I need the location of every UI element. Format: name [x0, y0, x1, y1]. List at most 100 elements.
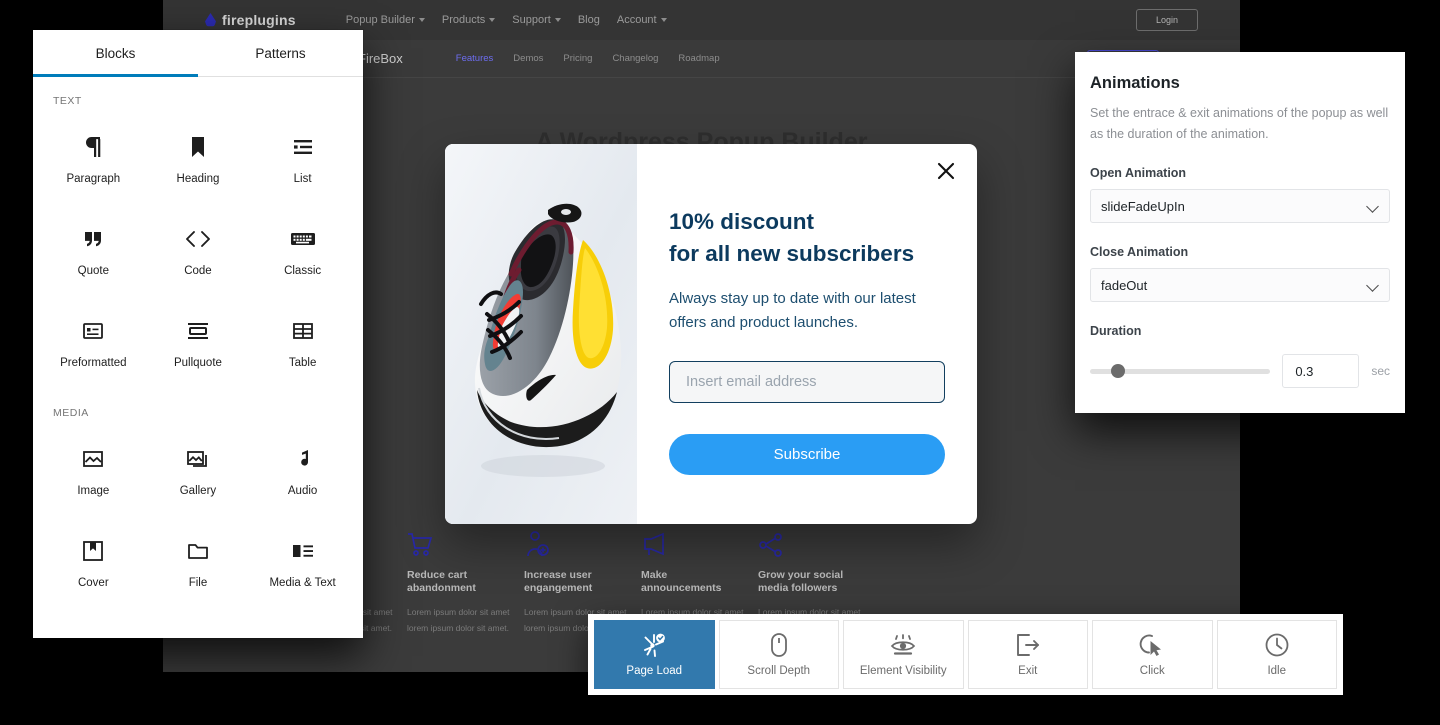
folder-icon	[187, 536, 209, 566]
email-input[interactable]: Insert email address	[669, 360, 945, 403]
close-icon[interactable]	[933, 158, 959, 184]
panel-description: Set the entrace & exit animations of the…	[1090, 106, 1389, 141]
close-animation-select[interactable]: fadeOut	[1090, 268, 1390, 303]
subscribe-button[interactable]: Subscribe	[669, 433, 945, 475]
share-icon	[758, 525, 863, 557]
block-file[interactable]: File	[146, 517, 251, 609]
block-inserter-panel: Blocks Patterns TEXT Paragraph Heading L…	[33, 30, 363, 638]
trigger-click[interactable]: Click	[1092, 620, 1213, 689]
site-brand-label: fireplugins	[222, 12, 296, 28]
popup-headline: 10% discount for all new subscribers	[669, 206, 945, 270]
popup-body-text: Always stay up to date with our latest o…	[669, 289, 916, 331]
login-button[interactable]: Login	[1136, 9, 1198, 31]
block-label: Image	[77, 484, 110, 497]
block-audio[interactable]: Audio	[250, 425, 355, 517]
block-code[interactable]: Code	[146, 205, 251, 297]
block-list[interactable]: List	[250, 113, 355, 205]
tab-patterns[interactable]: Patterns	[198, 30, 363, 77]
media-blocks-grid: Image Gallery Audio Cover File Media & T…	[33, 419, 363, 609]
duration-label: Duration	[1090, 324, 1142, 339]
user-plus-icon	[524, 525, 629, 557]
block-label: Media & Text	[269, 576, 336, 589]
code-icon	[185, 224, 211, 254]
block-pullquote[interactable]: Pullquote	[146, 297, 251, 389]
site-secondary-nav: Features Demos Pricing Changelog Roadmap	[456, 53, 720, 64]
block-image[interactable]: Image	[41, 425, 146, 517]
trigger-label: Page Load	[626, 665, 683, 677]
block-label: Pullquote	[173, 356, 222, 369]
subnav-roadmap[interactable]: Roadmap	[678, 53, 719, 64]
block-gallery[interactable]: Gallery	[146, 425, 251, 517]
subnav-features[interactable]: Features	[456, 53, 494, 64]
media-text-icon	[291, 536, 315, 566]
clock-icon	[1264, 632, 1290, 658]
close-animation-value: fadeOut	[1101, 277, 1148, 293]
chevron-down-icon	[1366, 200, 1379, 214]
trigger-label: Exit	[1018, 665, 1038, 677]
chevron-down-icon	[554, 18, 561, 22]
site-nav-blog[interactable]: Blog	[578, 14, 600, 26]
subnav-changelog[interactable]: Changelog	[612, 53, 658, 64]
subnav-pricing[interactable]: Pricing	[563, 53, 592, 64]
site-nav-support[interactable]: Support	[512, 14, 561, 26]
tab-blocks[interactable]: Blocks	[33, 30, 198, 77]
block-classic[interactable]: Classic	[250, 205, 355, 297]
open-animation-label: Open Animation	[1090, 166, 1187, 181]
block-label: Preformatted	[60, 356, 127, 369]
cover-icon	[82, 536, 104, 566]
block-label: List	[293, 172, 312, 185]
site-nav-popup-builder[interactable]: Popup Builder	[346, 14, 425, 26]
text-blocks-grid: Paragraph Heading List Quote Code Classi…	[33, 107, 363, 389]
click-cursor-icon	[1139, 632, 1165, 658]
block-label: Table	[288, 356, 317, 369]
mouse-icon	[770, 632, 788, 658]
popup-headline-line1: 10% discount	[669, 209, 815, 234]
chevron-down-icon	[418, 18, 425, 22]
block-table[interactable]: Table	[250, 297, 355, 389]
trigger-scroll-depth[interactable]: Scroll Depth	[718, 620, 839, 689]
triggers-bar: Page Load Scroll Depth Element Visibilit…	[588, 614, 1343, 695]
block-media-text[interactable]: Media & Text	[250, 517, 355, 609]
subnav-demos[interactable]: Demos	[513, 53, 543, 64]
block-cover[interactable]: Cover	[41, 517, 146, 609]
block-quote[interactable]: Quote	[41, 205, 146, 297]
flame-drop-icon	[205, 13, 216, 27]
pullquote-icon	[186, 316, 210, 346]
feature-title: Reduce cart abandonment	[407, 569, 476, 595]
block-heading[interactable]: Heading	[146, 113, 251, 205]
block-label: Quote	[77, 264, 109, 277]
block-preformatted[interactable]: Preformatted	[41, 297, 146, 389]
trigger-idle[interactable]: Idle	[1216, 620, 1337, 689]
open-animation-value: slideFadeUpIn	[1101, 198, 1185, 214]
block-label: Paragraph	[66, 172, 121, 185]
trigger-element-visibility[interactable]: Element Visibility	[843, 620, 964, 689]
image-icon	[82, 444, 104, 474]
block-label: Classic	[284, 264, 322, 277]
trigger-exit[interactable]: Exit	[967, 620, 1088, 689]
open-animation-select[interactable]: slideFadeUpIn	[1090, 189, 1390, 224]
section-heading-media: MEDIA	[53, 407, 89, 419]
popup-content: 10% discount for all new subscribers Alw…	[637, 144, 977, 524]
trigger-label: Element Visibility	[859, 665, 947, 677]
gallery-icon	[186, 444, 210, 474]
keyboard-icon	[290, 224, 316, 254]
duration-slider[interactable]	[1090, 362, 1271, 380]
slider-thumb[interactable]	[1111, 364, 1125, 379]
megaphone-icon	[641, 525, 746, 557]
block-label: Audio	[287, 484, 318, 497]
close-animation-label: Close Animation	[1090, 245, 1189, 260]
duration-input[interactable]: 0.3	[1282, 354, 1360, 389]
block-label: File	[188, 576, 208, 589]
site-nav-products[interactable]: Products	[442, 14, 496, 26]
trigger-page-load[interactable]: Page Load	[594, 620, 715, 689]
music-note-icon	[294, 444, 312, 474]
block-paragraph[interactable]: Paragraph	[41, 113, 146, 205]
chevron-down-icon	[660, 18, 667, 22]
duration-unit-label: sec	[1371, 364, 1390, 379]
list-icon	[291, 132, 315, 162]
exit-icon	[1015, 632, 1041, 658]
animations-panel: Animations Set the entrace & exit animat…	[1075, 52, 1405, 413]
site-nav-account[interactable]: Account	[617, 14, 667, 26]
eye-icon	[889, 632, 917, 658]
heading-bookmark-icon	[188, 132, 208, 162]
